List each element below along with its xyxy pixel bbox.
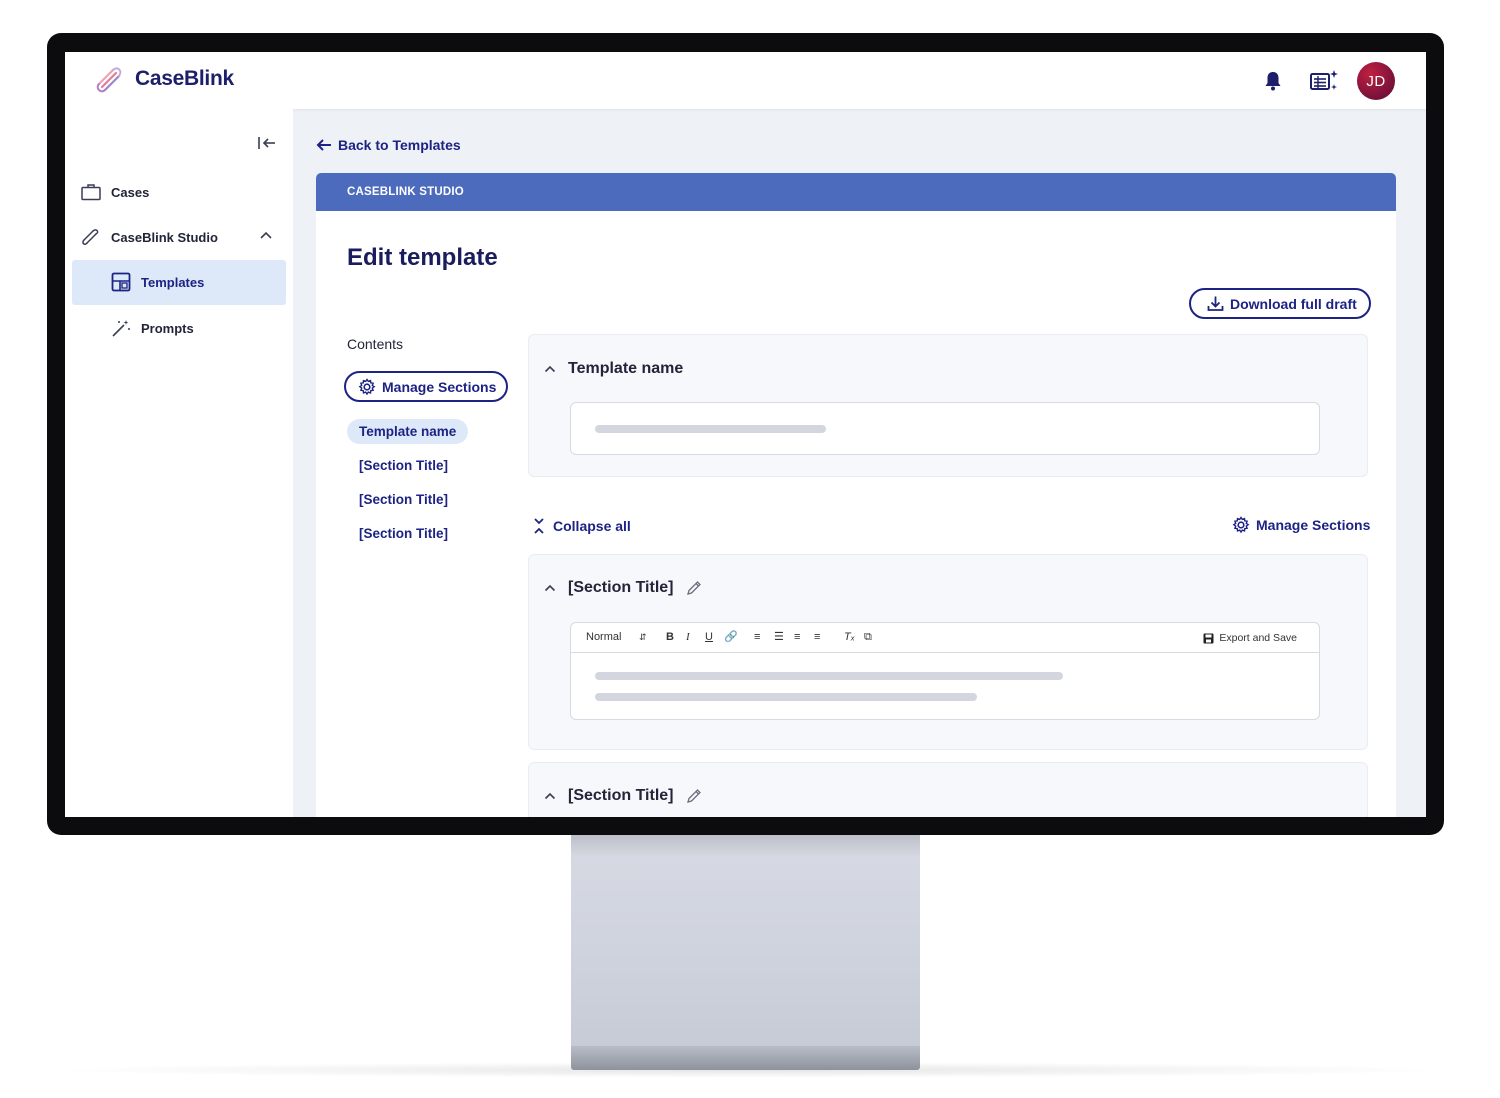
briefcase-icon [81, 182, 101, 202]
contents-label: Contents [347, 336, 404, 352]
template-name-panel: Template name [528, 334, 1368, 477]
manage-sections-label: Manage Sections [1256, 517, 1371, 533]
editor-toolbar: Normal ⇵ B I U 🔗 ≡ ☰ ≡ ≡ Tₓ ⧉ Export and… [571, 623, 1319, 653]
back-label: Back to Templates [338, 137, 461, 153]
section-title: [Section Title] [568, 579, 674, 596]
section-title: [Section Title] [568, 787, 674, 804]
toc-item-template-name[interactable]: Template name [347, 419, 469, 444]
clear-format-icon[interactable]: Tₓ [844, 631, 855, 643]
content-skeleton-line [595, 672, 1063, 680]
download-icon [1207, 296, 1224, 311]
app-name: CaseBlink [135, 67, 234, 90]
grid-sparkle-icon[interactable] [1309, 69, 1339, 93]
sidebar-item-label: CaseBlink Studio [111, 229, 218, 245]
save-icon [1203, 633, 1214, 643]
gear-icon [1232, 516, 1250, 534]
italic-icon[interactable]: I [686, 631, 690, 643]
collapse-all-label: Collapse all [553, 518, 631, 534]
toc-item-section[interactable]: [Section Title] [347, 487, 460, 512]
sidebar-item-label: Prompts [141, 320, 194, 336]
format-select-arrows-icon[interactable]: ⇵ [639, 631, 647, 643]
manage-sections-label: Manage Sections [382, 378, 497, 395]
export-label: Export and Save [1219, 632, 1297, 644]
gear-icon [358, 377, 376, 395]
sidebar-item-caseblink-studio[interactable]: CaseBlink Studio [81, 227, 218, 247]
studio-card: CASEBLINK STUDIO Edit template Download … [316, 173, 1396, 817]
app-screen: CaseBlink JD Cases CaseBlink Studio Temp… [65, 52, 1426, 817]
export-and-save-button[interactable]: Export and Save [1203, 632, 1297, 644]
chevron-up-icon[interactable] [544, 584, 556, 592]
back-to-templates-link[interactable]: Back to Templates [316, 137, 461, 153]
avatar[interactable]: JD [1357, 62, 1395, 100]
arrow-left-icon [316, 139, 331, 151]
collapse-all-button[interactable]: Collapse all [533, 517, 631, 535]
stand-shadow [571, 835, 920, 857]
bullet-list-icon[interactable]: ☰ [774, 631, 784, 643]
sidebar-item-label: Templates [141, 274, 205, 290]
sidebar: Cases CaseBlink Studio Templates Prompts [65, 109, 293, 817]
magic-wand-icon [111, 318, 131, 338]
collapse-arrows-icon [534, 518, 544, 534]
app-logo[interactable]: CaseBlink [93, 62, 234, 96]
top-bar: CaseBlink JD [65, 52, 1426, 109]
section-panel-header[interactable]: [Section Title] [544, 579, 702, 597]
manage-sections-button[interactable]: Manage Sections [344, 371, 509, 402]
link-icon[interactable]: 🔗 [724, 631, 738, 643]
download-full-draft-button[interactable]: Download full draft [1189, 288, 1371, 319]
template-name-input[interactable] [570, 402, 1320, 455]
pencil-icon[interactable] [686, 788, 702, 804]
underline-icon[interactable]: U [705, 631, 713, 643]
chevron-up-icon[interactable] [544, 792, 556, 800]
template-name-panel-header[interactable]: Template name [544, 360, 683, 378]
page-title: Edit template [347, 244, 498, 271]
monitor-stand [571, 835, 920, 1047]
sidebar-item-cases[interactable]: Cases [81, 182, 149, 202]
caseblink-logo-icon [96, 67, 122, 93]
bold-icon[interactable]: B [666, 631, 674, 643]
section-panel-header[interactable]: [Section Title] [544, 787, 702, 805]
sidebar-item-templates[interactable]: Templates [111, 272, 204, 292]
input-placeholder-skeleton [595, 425, 826, 433]
bell-icon[interactable] [1263, 70, 1283, 92]
outdent-icon[interactable]: ≡ [814, 631, 820, 643]
download-label: Download full draft [1230, 295, 1357, 312]
chevron-up-icon[interactable] [544, 365, 556, 373]
card-header: CASEBLINK STUDIO [316, 173, 1396, 211]
collapse-sidebar-icon[interactable] [256, 134, 278, 152]
template-layout-icon [111, 272, 131, 292]
pencil-icon[interactable] [686, 580, 702, 596]
indent-icon[interactable]: ≡ [794, 631, 800, 643]
ordered-list-icon[interactable]: ≡ [754, 631, 760, 643]
chevron-up-icon[interactable] [259, 230, 273, 240]
monitor-mockup: CaseBlink JD Cases CaseBlink Studio Temp… [0, 0, 1500, 1098]
monitor-foot [571, 1046, 920, 1070]
panel-title: Template name [568, 360, 684, 377]
rich-text-editor[interactable]: Normal ⇵ B I U 🔗 ≡ ☰ ≡ ≡ Tₓ ⧉ Export and… [570, 622, 1320, 720]
sidebar-item-prompts[interactable]: Prompts [111, 318, 194, 338]
content-skeleton-line [595, 693, 977, 701]
section-panel: [Section Title] [528, 762, 1368, 817]
manage-sections-link[interactable]: Manage Sections [1232, 516, 1370, 534]
section-panel: [Section Title] Normal ⇵ B I U 🔗 ≡ ☰ ≡ ≡… [528, 554, 1368, 750]
copy-icon[interactable]: ⧉ [864, 631, 872, 643]
sidebar-item-label: Cases [111, 184, 150, 200]
toc-item-section[interactable]: [Section Title] [347, 453, 460, 478]
caseblink-studio-icon [81, 227, 101, 247]
toc-item-section[interactable]: [Section Title] [347, 521, 460, 546]
format-select[interactable]: Normal [586, 631, 621, 643]
